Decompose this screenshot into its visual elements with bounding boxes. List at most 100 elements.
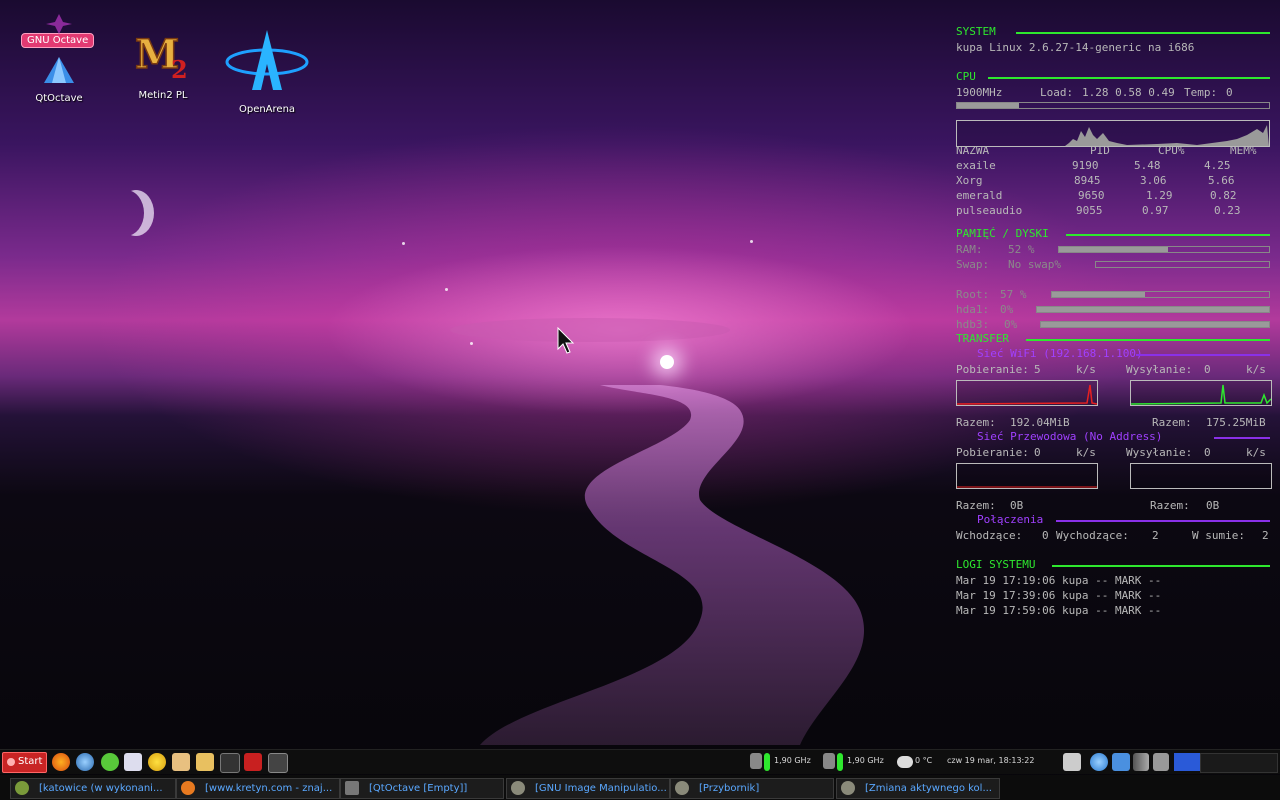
hda1-bar [1036,306,1270,313]
process-pid: 8945 [1074,174,1101,187]
unit-label: k/s [1246,363,1266,376]
hdb3-bar [1040,321,1270,328]
hdb3-fill [1041,322,1269,327]
incoming-label: Wchodzące: [956,529,1023,542]
total-label: Razem: [956,416,996,429]
pidgin-icon[interactable] [76,753,94,771]
task-label: [QtOctave [Empty]] [369,783,468,794]
process-name: exaile [956,159,996,172]
terminal-icon[interactable] [220,753,240,773]
wifi-total-row: Razem: 192.04MiB Razem: 175.25MiB [956,415,1270,430]
task-button[interactable]: [GNU Image Manipulatio... [506,778,670,799]
workspace-1[interactable] [1174,753,1200,771]
cpu-chip-icon [823,753,835,769]
section-divider [1052,565,1270,567]
task-button[interactable]: [www.kretyn.com - znaj... [176,778,340,799]
process-row: pulseaudio 9055 0.97 0.23 [956,203,1270,218]
process-header-pid: PID [1090,144,1110,157]
root-bar [1051,291,1270,298]
svg-text:2: 2 [171,55,188,84]
upload-label: Wysyłanie: [1126,446,1193,459]
qtoctave-desktop-icon[interactable]: QtOctave [14,55,104,104]
network-manager-icon[interactable] [1112,753,1130,771]
gimp-icon [841,781,855,795]
wired-upload-speed: 0 [1204,446,1211,459]
workspace-pager[interactable] [1200,753,1278,773]
root-value: 57 % [1000,288,1027,301]
metin2-desktop-icon[interactable]: M 2 Metin2 PL [118,24,208,101]
octave-label-tag[interactable]: GNU Octave [21,33,95,48]
printer-icon[interactable] [1153,753,1169,771]
openarena-desktop-icon[interactable]: OpenArena [222,28,312,115]
process-header-name: NAZWA [956,144,990,157]
swap-value: No swap% [1008,258,1061,271]
wired-speed-row: Pobieranie: 0 k/s Wysyłanie: 0 k/s [956,445,1270,460]
wifi-upload-speed: 0 [1204,363,1211,376]
process-pid: 9650 [1078,189,1105,202]
process-header-cpu: CPU% [1158,144,1185,157]
media-player-icon[interactable] [101,753,119,771]
star [445,288,448,291]
cloud-weather-icon[interactable] [897,756,913,768]
app-icon [15,781,29,795]
process-mem: 4.25 [1204,159,1231,172]
cpu-usage-bar [956,102,1270,109]
mouse-cursor-icon [557,327,575,354]
swap-row: Swap: No swap% [956,257,1270,272]
task-button[interactable]: [Przybornik] [670,778,834,799]
process-mem: 0.23 [1214,204,1241,217]
clock[interactable]: czw 19 mar, 18:13:22 [947,756,1034,765]
download-label: Pobieranie: [956,446,1029,459]
tux-icon[interactable] [196,753,214,771]
panel-top: Start 1,90 GHz 1,90 GHz 0 °C czw 19 mar,… [0,749,1280,774]
sum-label: W sumie: [1192,529,1245,542]
task-label: [www.kretyn.com - znaj... [205,783,333,794]
show-desktop-icon[interactable] [268,753,288,773]
wifi-signal-icon[interactable] [1133,753,1149,771]
upload-label: Wysyłanie: [1126,363,1193,376]
app-launcher-icon[interactable] [244,753,262,771]
star [470,342,473,345]
connections-subsection: Połączenia [956,513,1270,528]
process-cpu: 3.06 [1140,174,1167,187]
unit-label: k/s [1076,363,1096,376]
cpu-load-meter [764,753,770,771]
start-button[interactable]: Start [2,752,47,773]
wired-download-graph [956,463,1098,489]
process-row: Xorg 8945 3.06 5.66 [956,173,1270,188]
section-title: SYSTEM [956,25,996,38]
wired-upload-graph [1130,463,1272,489]
system-host: kupa Linux 2.6.27-14-generic na i686 [956,41,1195,54]
log-line: Mar 19 17:19:06 kupa -- MARK -- [956,574,1162,587]
desktop-icon-label: Metin2 PL [138,90,188,101]
task-button[interactable]: [QtOctave [Empty]] [340,778,504,799]
root-fill [1052,292,1146,297]
outgoing-label: Wychodzące: [1056,529,1129,542]
settings-gear-icon[interactable] [1090,753,1108,771]
wired-subsection: Sieć Przewodowa (No Address) [956,430,1270,445]
panel-bottom: [katowice (w wykonani... [www.kretyn.com… [0,775,1280,800]
task-label: [Zmiana aktywnego kol... [865,783,992,794]
process-header-mem: MEM% [1230,144,1257,157]
task-label: [Przybornik] [699,783,760,794]
incoming-count: 0 [1042,529,1049,542]
text-editor-icon[interactable] [124,753,142,771]
hda1-label: hda1: [956,303,990,316]
cpu-frequency: 1900MHz [956,86,1003,99]
section-system: SYSTEM [956,25,1270,40]
process-cpu: 1.29 [1146,189,1173,202]
openarena-logo-icon [225,30,309,90]
ram-fill [1059,247,1169,252]
conky-monitor: SYSTEM kupa Linux 2.6.27-14-generic na i… [956,25,1272,618]
connections-row: Wchodzące: 0 Wychodzące: 2 W sumie: 2 [956,528,1270,543]
cpu-chip-icon [750,753,762,769]
hda1-fill [1037,307,1269,312]
star [750,240,753,243]
weather-sun-icon[interactable] [148,753,166,771]
firefox-icon[interactable] [52,753,70,771]
wifi-download-total: 192.04MiB [1010,416,1070,429]
notification-icon[interactable] [1063,753,1081,771]
task-button[interactable]: [katowice (w wykonani... [10,778,176,799]
task-button[interactable]: [Zmiana aktywnego kol... [836,778,1000,799]
game-icon[interactable] [172,753,190,771]
